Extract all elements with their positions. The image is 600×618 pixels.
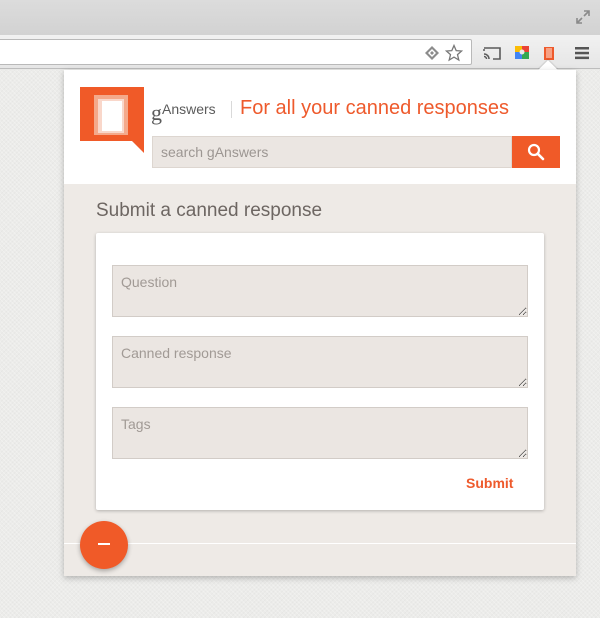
question-field[interactable] — [112, 265, 528, 317]
popup-header: g Answers For all your canned responses — [64, 70, 576, 184]
restore-window-icon[interactable] — [575, 9, 591, 25]
bookmark-star-icon[interactable] — [445, 44, 463, 62]
ganswers-popup: g Answers For all your canned responses … — [64, 70, 576, 576]
tags-field[interactable] — [112, 407, 528, 459]
brand-divider — [231, 101, 232, 118]
submit-form-card: Submit — [96, 233, 544, 510]
search-input[interactable] — [152, 136, 512, 168]
submit-button[interactable]: Submit — [466, 475, 513, 491]
footer-divider — [64, 543, 576, 544]
browser-toolbar — [0, 35, 600, 69]
translate-icon[interactable] — [423, 44, 441, 62]
canned-response-field[interactable] — [112, 336, 528, 388]
brand-g: g — [151, 100, 162, 125]
collapse-fab-button[interactable] — [80, 521, 128, 569]
minus-icon — [98, 543, 110, 545]
search-icon — [527, 143, 545, 161]
cast-icon[interactable] — [482, 43, 502, 63]
tagline: For all your canned responses — [240, 97, 510, 119]
section-title: Submit a canned response — [96, 200, 323, 221]
address-bar[interactable] — [0, 39, 472, 65]
ganswers-logo-icon — [80, 87, 144, 153]
menu-icon[interactable] — [572, 43, 592, 63]
ganswers-extension-icon[interactable] — [539, 43, 559, 63]
search-button[interactable] — [512, 136, 560, 168]
brand-answers: Answers — [162, 101, 216, 117]
extension-puzzle-icon[interactable] — [512, 43, 532, 63]
browser-titlebar — [0, 0, 600, 35]
